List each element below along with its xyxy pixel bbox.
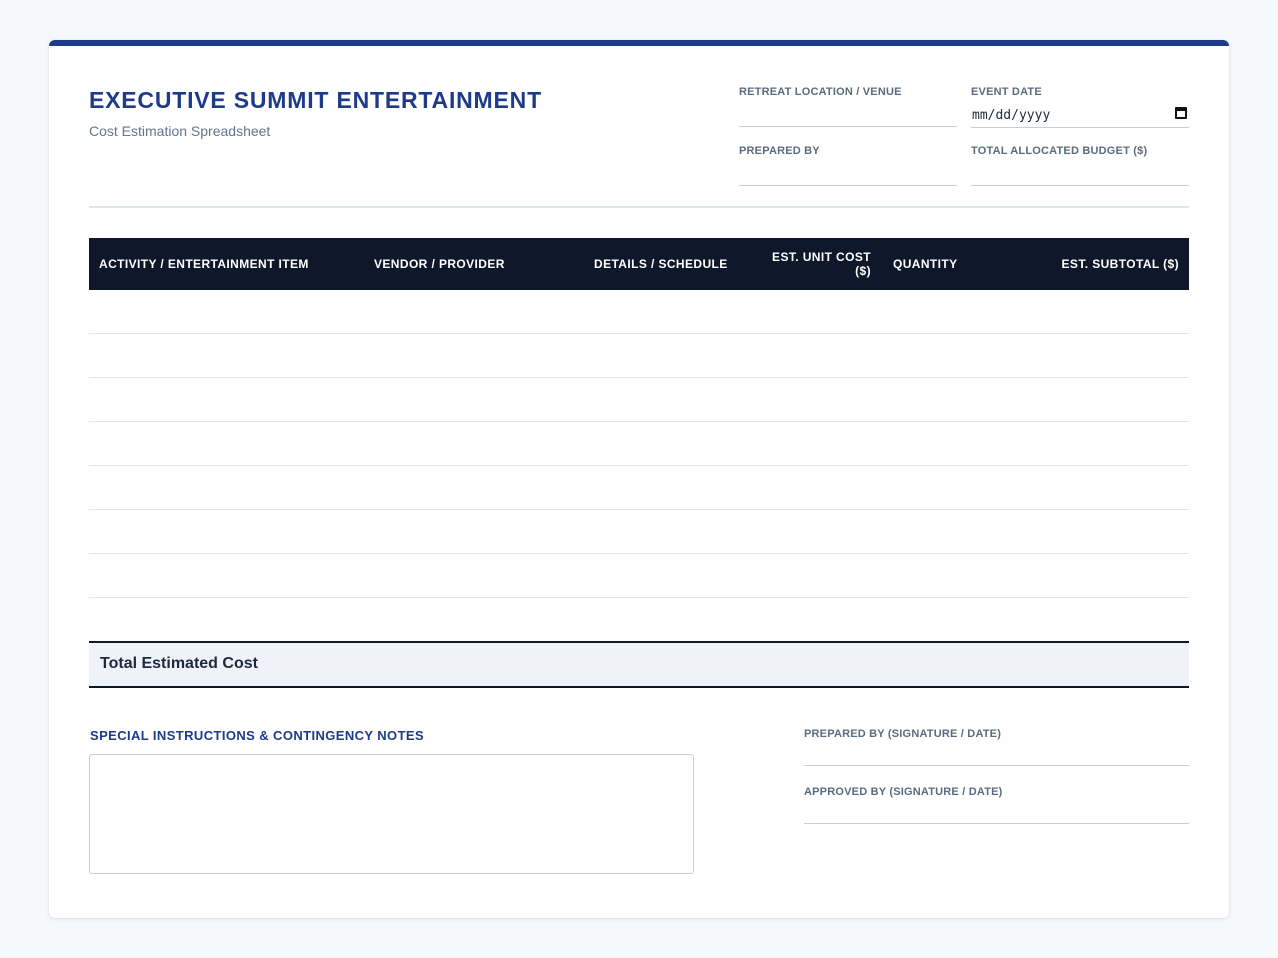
table-row[interactable] — [89, 466, 1189, 510]
event-date-placeholder: mm/dd/yyyy — [972, 108, 1051, 123]
column-header-activity: ACTIVITY / ENTERTAINMENT ITEM — [99, 257, 309, 271]
estimate-sheet: EXECUTIVE SUMMIT ENTERTAINMENT Cost Esti… — [49, 40, 1229, 918]
page-subtitle: Cost Estimation Spreadsheet — [89, 123, 271, 139]
table-row[interactable] — [89, 378, 1189, 422]
page-title: EXECUTIVE SUMMIT ENTERTAINMENT — [89, 87, 542, 113]
notes-title: SPECIAL INSTRUCTIONS & CONTINGENCY NOTES — [90, 728, 425, 743]
prepared-signature-field[interactable]: PREPARED BY (SIGNATURE / DATE) — [804, 728, 1189, 770]
prepared-by-field[interactable]: PREPARED BY — [739, 145, 957, 192]
budget-field[interactable]: TOTAL ALLOCATED BUDGET ($) — [971, 145, 1189, 192]
total-label: Total Estimated Cost — [100, 655, 258, 672]
budget-label: TOTAL ALLOCATED BUDGET ($) — [971, 145, 1148, 157]
prepared-by-label: PREPARED BY — [739, 145, 820, 157]
approved-signature-field[interactable]: APPROVED BY (SIGNATURE / DATE) — [804, 786, 1189, 828]
location-input-line[interactable] — [739, 126, 957, 127]
event-date-input[interactable]: mm/dd/yyyy — [971, 102, 1189, 128]
notes-textarea[interactable] — [89, 754, 694, 874]
column-header-details: DETAILS / SCHEDULE — [594, 257, 728, 271]
column-header-subtotal: EST. SUBTOTAL ($) — [1061, 257, 1179, 271]
event-date-label: EVENT DATE — [971, 86, 1042, 98]
table-row[interactable] — [89, 290, 1189, 334]
calendar-icon[interactable] — [1175, 107, 1187, 119]
total-row: Total Estimated Cost — [89, 641, 1189, 688]
prepared-signature-line[interactable] — [804, 765, 1189, 766]
header-divider — [89, 206, 1189, 208]
prepared-signature-label: PREPARED BY (SIGNATURE / DATE) — [804, 728, 1002, 740]
location-label: RETREAT LOCATION / VENUE — [739, 86, 902, 98]
column-header-vendor: VENDOR / PROVIDER — [374, 257, 505, 271]
table-header: ACTIVITY / ENTERTAINMENT ITEM VENDOR / P… — [89, 238, 1189, 290]
event-date-field[interactable]: EVENT DATE mm/dd/yyyy — [971, 86, 1189, 133]
approved-signature-label: APPROVED BY (SIGNATURE / DATE) — [804, 786, 1003, 798]
column-header-unit-cost: EST. UNIT COST ($) — [772, 250, 871, 278]
table-row[interactable] — [89, 510, 1189, 554]
location-field[interactable]: RETREAT LOCATION / VENUE — [739, 86, 957, 133]
approved-signature-line[interactable] — [804, 823, 1189, 824]
budget-input-line[interactable] — [971, 185, 1189, 186]
table-row[interactable] — [89, 334, 1189, 378]
prepared-by-input-line[interactable] — [739, 185, 957, 186]
column-header-quantity: QUANTITY — [893, 257, 958, 271]
table-row[interactable] — [89, 422, 1189, 466]
table-row[interactable] — [89, 554, 1189, 598]
